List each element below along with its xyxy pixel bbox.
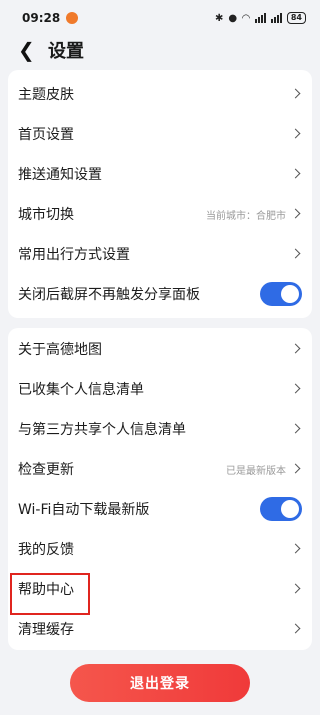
- row-label: 常用出行方式设置: [18, 247, 130, 263]
- row-label: 我的反馈: [18, 542, 74, 558]
- row-label: 关闭后截屏不再触发分享面板: [18, 287, 200, 303]
- row-clear-cache[interactable]: 清理缓存: [8, 609, 312, 649]
- row-third-party-info[interactable]: 与第三方共享个人信息清单: [8, 409, 312, 449]
- row-label: 主题皮肤: [18, 87, 74, 103]
- row-label: 关于高德地图: [18, 342, 102, 358]
- row-screenshot-share: 关闭后截屏不再触发分享面板: [8, 274, 312, 314]
- row-home-settings[interactable]: 首页设置: [8, 114, 312, 154]
- chevron-right-icon: [292, 464, 302, 474]
- chevron-right-icon: [292, 209, 302, 219]
- chevron-right-icon: [292, 544, 302, 554]
- row-label: 城市切换: [18, 207, 74, 223]
- chevron-right-icon: [292, 129, 302, 139]
- status-bar: 09:28 ✱ ● ◠ 84: [0, 0, 320, 36]
- row-label: 与第三方共享个人信息清单: [18, 422, 186, 438]
- page-title: 设置: [48, 41, 84, 62]
- row-wifi-auto-download: Wi-Fi自动下载最新版: [8, 489, 312, 529]
- row-label: 已收集个人信息清单: [18, 382, 144, 398]
- row-help-center[interactable]: 帮助中心: [8, 569, 312, 615]
- toggle-knob: [281, 285, 299, 303]
- screenshot-share-toggle[interactable]: [260, 282, 302, 306]
- back-arrow-icon[interactable]: ❮: [18, 36, 44, 64]
- logout-button[interactable]: 退出登录: [70, 664, 250, 702]
- row-label: 检查更新: [18, 462, 74, 478]
- app-notification-icon: [66, 12, 79, 24]
- header: ❮ 设置: [0, 36, 320, 64]
- chevron-right-icon: [292, 344, 302, 354]
- current-city-value: 当前城市：合肥市: [206, 210, 286, 222]
- row-city-switch[interactable]: 城市切换 当前城市：合肥市: [8, 194, 312, 234]
- chevron-right-icon: [292, 424, 302, 434]
- settings-group-2: 关于高德地图 已收集个人信息清单 与第三方共享个人信息清单 检查更新 已是最新版…: [8, 328, 312, 650]
- row-push-notification[interactable]: 推送通知设置: [8, 154, 312, 194]
- chevron-right-icon: [292, 624, 302, 634]
- location-icon: ●: [228, 12, 238, 24]
- row-label: 首页设置: [18, 127, 74, 143]
- settings-group-1: 主题皮肤 首页设置 推送通知设置 城市切换 当前城市：合肥市 常用出行方式设置 …: [8, 70, 312, 318]
- bluetooth-icon: ✱: [215, 12, 224, 24]
- row-label: 清理缓存: [18, 622, 74, 638]
- signal-icon-2: [270, 13, 282, 23]
- update-status-value: 已是最新版本: [226, 465, 286, 477]
- chevron-right-icon: [292, 384, 302, 394]
- chevron-right-icon: [292, 249, 302, 259]
- row-travel-mode[interactable]: 常用出行方式设置: [8, 234, 312, 274]
- toggle-knob: [281, 500, 299, 518]
- signal-icon: [254, 13, 266, 23]
- row-label: 推送通知设置: [18, 167, 102, 183]
- status-time: 09:28: [22, 11, 61, 25]
- battery-icon: 84: [286, 12, 306, 24]
- row-check-update[interactable]: 检查更新 已是最新版本: [8, 449, 312, 489]
- chevron-right-icon: [292, 584, 302, 594]
- row-theme-skin[interactable]: 主题皮肤: [8, 74, 312, 114]
- row-feedback[interactable]: 我的反馈: [8, 529, 312, 569]
- row-about[interactable]: 关于高德地图: [8, 329, 312, 369]
- wifi-icon: ◠: [242, 12, 250, 24]
- wifi-auto-download-toggle[interactable]: [260, 497, 302, 521]
- chevron-right-icon: [292, 169, 302, 179]
- row-collected-info[interactable]: 已收集个人信息清单: [8, 369, 312, 409]
- row-label: Wi-Fi自动下载最新版: [18, 502, 150, 518]
- chevron-right-icon: [292, 89, 302, 99]
